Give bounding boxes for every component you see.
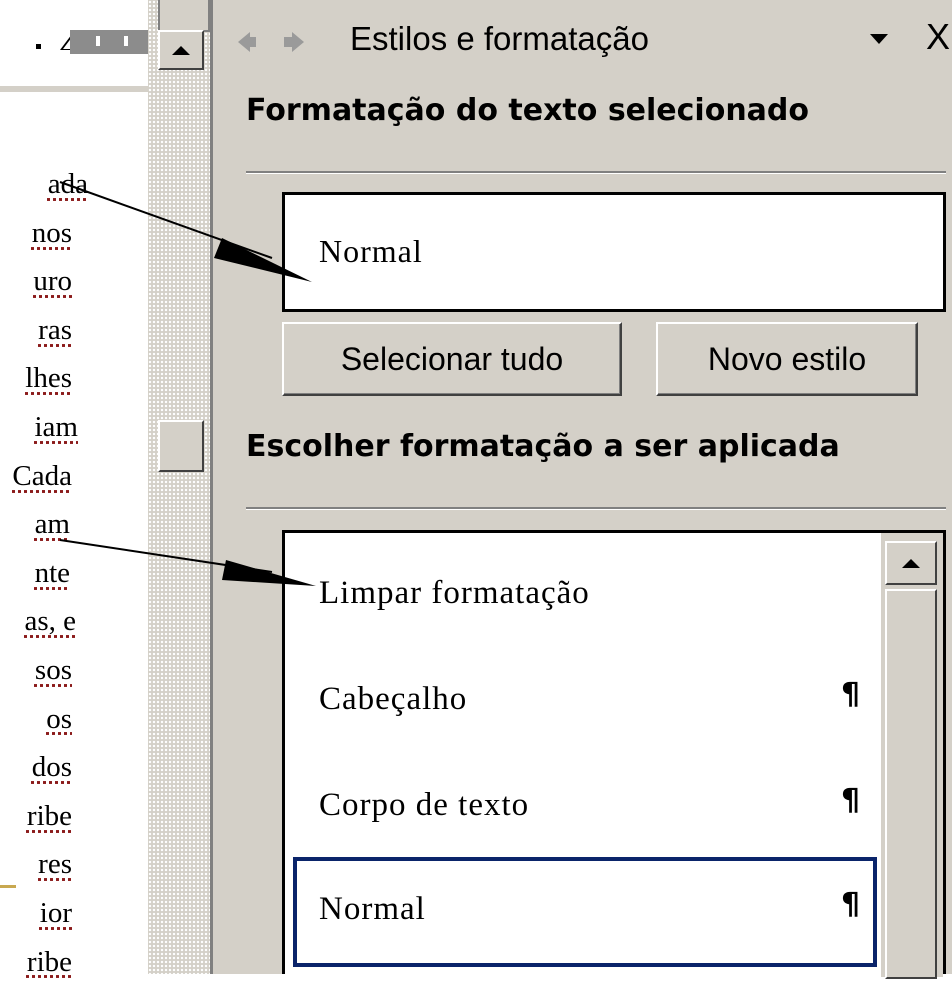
style-item-body-text[interactable]: Corpo de texto ¶ [285,753,881,859]
style-item-label: Normal [319,891,426,928]
document-line: ribe [0,938,72,986]
document-line: dos [0,743,72,792]
document-line: nte [0,549,70,598]
paragraph-mark-icon: ¶ [841,887,860,922]
arrow-up-icon [902,559,920,568]
document-line: as, e [0,597,76,646]
margin-marker [0,885,16,888]
style-item-heading[interactable]: Cabeçalho ¶ [285,647,881,753]
document-line: ada [0,160,88,209]
style-item-normal[interactable]: Normal ¶ [293,857,877,967]
pane-splitter[interactable] [210,0,226,974]
document-line: Cada [0,452,72,501]
document-line: ribe [0,792,72,841]
document-line: res [0,840,72,889]
close-icon[interactable]: X [926,16,950,58]
style-item-label: Corpo de texto [319,787,529,824]
selected-text-heading: Formatação do texto selecionado [246,92,946,130]
ruler-tick [36,44,41,49]
ruler-tick [96,36,100,46]
paragraph-mark-icon: ¶ [841,677,860,712]
task-pane-title: Estilos e formatação [350,20,649,58]
ruler-tick [124,36,128,46]
select-all-button[interactable]: Selecionar tudo [282,322,622,396]
ruler-margin-area [70,30,148,54]
document-line: ras [0,306,72,355]
styles-task-pane: Estilos e formatação X Formatação do tex… [226,0,952,974]
document-text[interactable]: ada nos uro ras lhes iam Cada am nte as,… [0,160,148,986]
task-pane-header: Estilos e formatação X [226,14,952,68]
document-line: nos [0,209,72,258]
document-line: am [0,500,70,549]
section-divider [246,171,946,174]
document-line: sos [0,646,72,695]
current-style-field[interactable]: Normal [282,192,946,312]
back-arrow-icon[interactable] [238,32,250,52]
apply-formatting-heading: Escolher formatação a ser aplicada [246,428,946,466]
style-item-clear-formatting[interactable]: Limpar formatação [285,541,881,647]
style-list[interactable]: Limpar formatação Cabeçalho ¶ Corpo de t… [282,530,946,974]
document-line: iam [0,403,78,452]
style-list-scrollbar[interactable] [881,533,943,977]
current-style-value: Normal [319,233,423,270]
document-line: os [0,695,72,744]
style-item-label: Cabeçalho [319,681,467,718]
document-line: uro [0,257,72,306]
new-style-button[interactable]: Novo estilo [656,322,918,396]
document-line: ior [0,889,72,938]
forward-arrow-icon[interactable] [292,32,304,52]
scrollbar-thumb[interactable] [158,420,204,472]
scrollbar-thumb[interactable] [885,589,937,979]
scroll-up-button[interactable] [885,541,937,585]
arrow-up-icon [172,46,190,55]
section-divider [246,507,946,510]
style-item-label: Limpar formatação [319,575,590,612]
document-line: lhes [0,354,72,403]
paragraph-mark-icon: ¶ [841,783,860,818]
horizontal-ruler[interactable] [0,0,148,92]
scrollbar-cap [158,0,210,32]
chevron-down-icon[interactable] [870,34,888,44]
document-area[interactable]: ada nos uro ras lhes iam Cada am nte as,… [0,0,148,974]
scroll-up-button[interactable] [158,30,204,70]
document-scrollbar[interactable] [148,0,210,974]
